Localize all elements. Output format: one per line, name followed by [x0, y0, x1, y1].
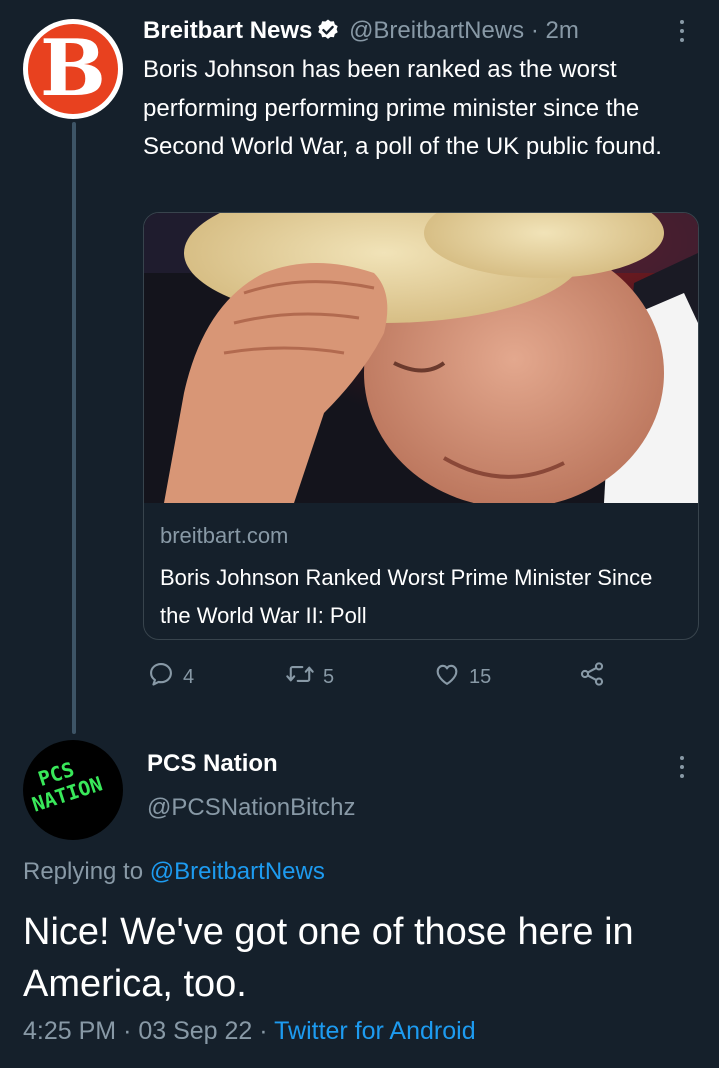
reply-time[interactable]: 4:25 PM — [23, 1017, 116, 1045]
reply-button[interactable]: 4 — [147, 660, 194, 694]
reply-source[interactable]: Twitter for Android — [274, 1017, 475, 1045]
replying-handle-link[interactable]: @BreitbartNews — [150, 858, 325, 885]
tweet-time[interactable]: 2m — [545, 17, 578, 44]
card-domain: breitbart.com — [160, 523, 289, 548]
reply-date[interactable]: 03 Sep 22 — [138, 1017, 252, 1045]
retweet-icon — [285, 660, 315, 694]
author-handle[interactable]: @BreitbartNews — [349, 17, 524, 44]
replying-prefix: Replying to — [23, 858, 144, 885]
reply-text: Nice! We've got one of those here in Ame… — [23, 911, 634, 1005]
tweet-text: Boris Johnson has been ranked as the wor… — [143, 56, 662, 160]
tweet-header: Breitbart News @BreitbartNews · 2m — [143, 14, 579, 48]
replying-to: Replying to @BreitbartNews — [23, 858, 325, 886]
reply-meta: 4:25 PM · 03 Sep 22 · Twitter for Androi… — [23, 1017, 476, 1046]
share-button[interactable] — [577, 660, 607, 694]
header-separator: · — [530, 17, 539, 44]
card-title: Boris Johnson Ranked Worst Prime Ministe… — [160, 565, 653, 628]
thread-line — [72, 122, 76, 734]
like-button[interactable]: 15 — [433, 660, 491, 694]
breitbart-avatar[interactable]: B — [23, 19, 123, 119]
link-card[interactable]: breitbart.com Boris Johnson Ranked Worst… — [143, 212, 699, 640]
avatar-letter: B — [40, 23, 106, 114]
reply-author-handle[interactable]: @PCSNationBitchz — [147, 794, 355, 822]
reply-author-name[interactable]: PCS Nation — [147, 750, 278, 778]
like-count: 15 — [469, 665, 492, 688]
pcs-nation-avatar[interactable]: PCS NATION — [23, 740, 123, 840]
verified-badge-icon — [316, 18, 340, 52]
reply-icon — [147, 660, 175, 694]
retweet-count: 5 — [323, 665, 335, 688]
retweet-button[interactable]: 5 — [285, 660, 334, 694]
card-image — [144, 213, 698, 508]
reply-count: 4 — [183, 665, 195, 688]
author-name[interactable]: Breitbart News — [143, 17, 312, 44]
meta-separator-2: · — [259, 1017, 268, 1045]
meta-separator-1: · — [123, 1017, 132, 1045]
more-icon[interactable] — [670, 16, 694, 46]
more-icon[interactable] — [670, 752, 694, 782]
like-icon — [433, 660, 461, 694]
share-icon — [577, 660, 607, 694]
